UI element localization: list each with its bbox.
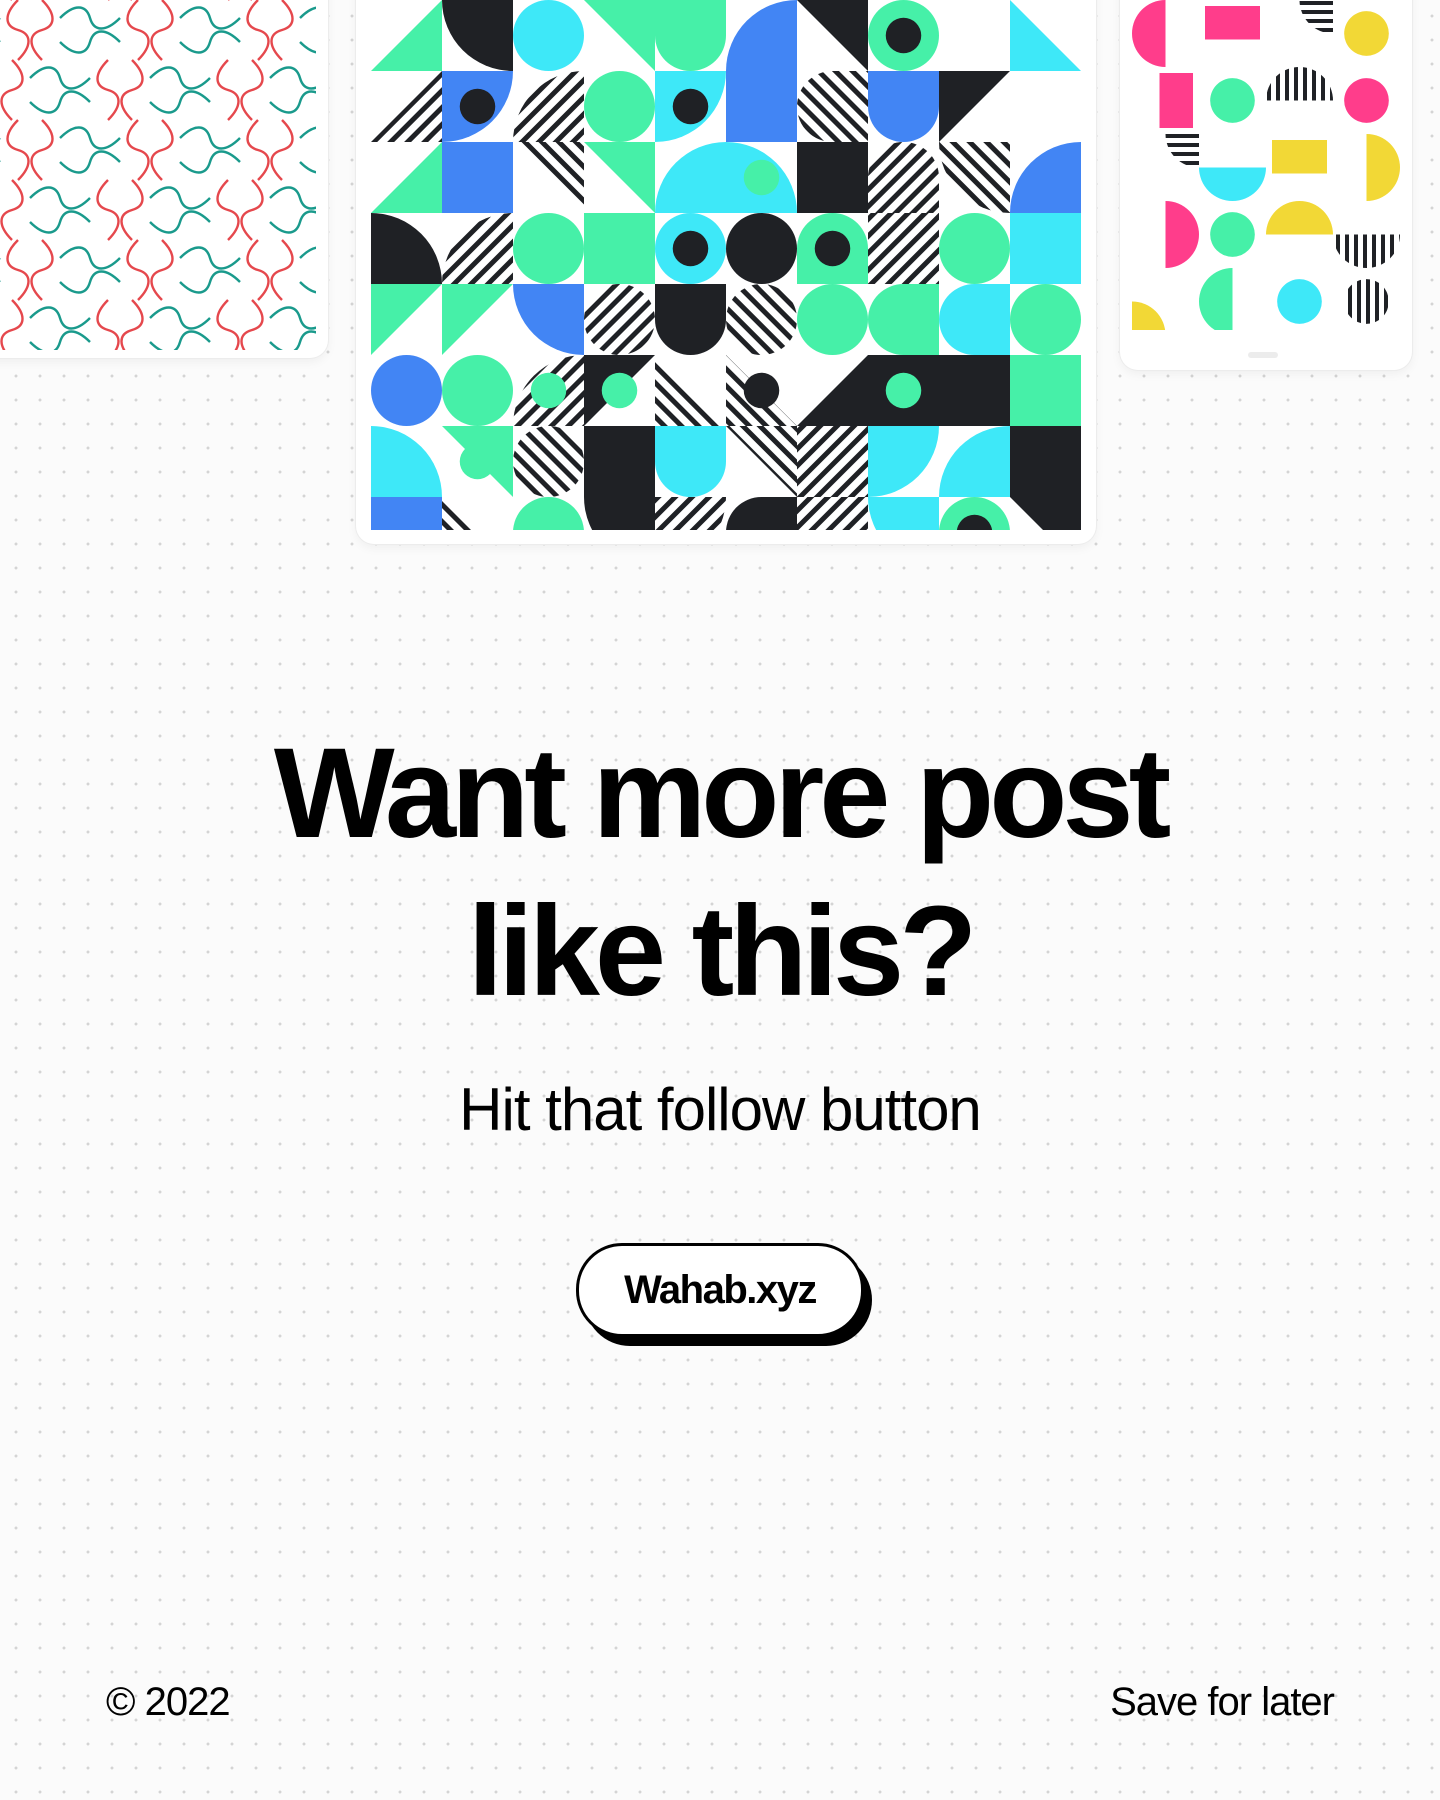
pattern-card-geometric — [356, 0, 1096, 544]
headline-line-1: Want more post — [273, 722, 1171, 865]
handle-button[interactable]: Wahab.xyz — [576, 1243, 864, 1337]
headline-line-2: like this? — [467, 880, 978, 1023]
headline: Want more post like this? — [0, 715, 1440, 1031]
pattern-card-phone — [1120, 0, 1412, 370]
phone-home-indicator — [1248, 352, 1278, 358]
geometric-pattern-artwork — [371, 0, 1081, 530]
line-pattern-artwork — [0, 0, 316, 350]
save-for-later-text: Save for later — [1110, 1680, 1335, 1724]
phone-pattern-artwork — [1132, 0, 1400, 330]
handle-button-group[interactable]: Wahab.xyz — [576, 1243, 874, 1347]
pattern-card-lines — [0, 0, 328, 358]
subheadline: Hit that follow button — [459, 1076, 982, 1143]
copyright-text: © 2022 — [106, 1680, 231, 1724]
